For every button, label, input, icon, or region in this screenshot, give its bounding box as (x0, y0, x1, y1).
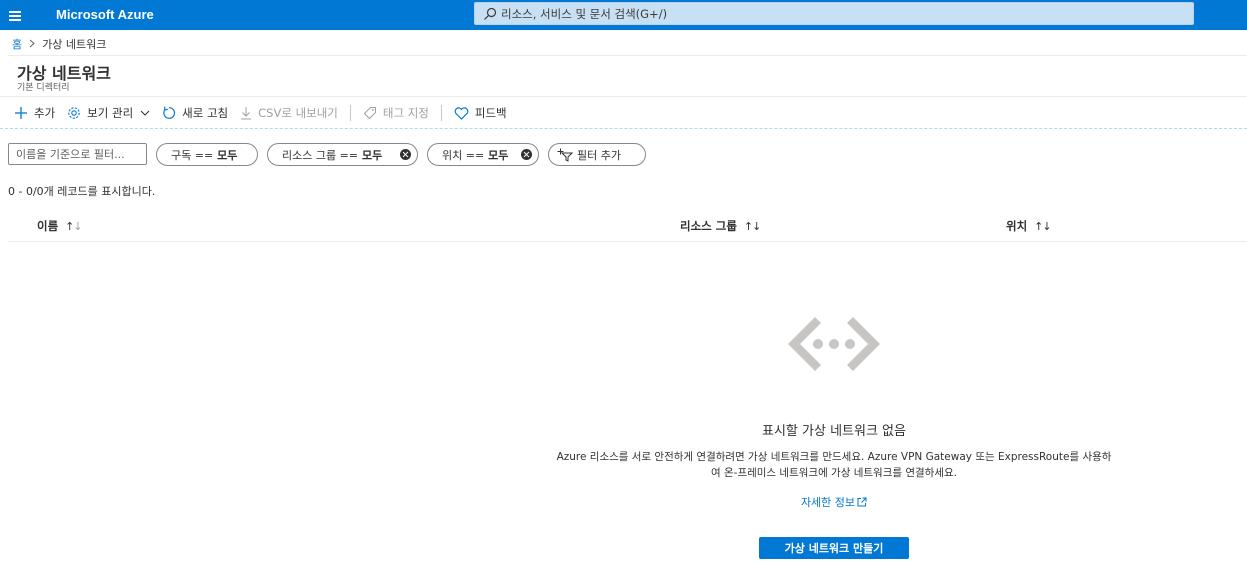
learn-more-link[interactable]: 자세한 정보 (634, 494, 1034, 510)
breadcrumb-current: 가상 네트워크 (42, 38, 107, 51)
column-header-name[interactable]: 이름 ↑↓ (37, 218, 83, 234)
remove-filter-icon[interactable] (400, 149, 411, 160)
sort-icon: ↑↓ (65, 219, 82, 233)
manage-view-label: 보기 관리 (87, 106, 134, 120)
heart-icon (454, 106, 469, 120)
assign-tags-label: 태그 지정 (382, 106, 429, 120)
filter-label: 구독 == (171, 148, 214, 162)
breadcrumb-home[interactable]: 홈 (12, 36, 22, 52)
refresh-label: 새로 고침 (182, 106, 229, 120)
add-button[interactable]: 추가 (8, 101, 61, 125)
divider (8, 55, 1247, 56)
breadcrumb: 홈 가상 네트워크 (12, 36, 106, 52)
add-filter-icon (557, 148, 573, 162)
export-csv-label: CSV로 내보내기 (258, 106, 338, 120)
filter-label: 리소스 그룹 == (282, 148, 359, 162)
chevron-down-icon (140, 110, 150, 116)
global-search[interactable] (474, 2, 1194, 25)
filter-value: 모두 (217, 148, 238, 162)
external-link-icon (857, 497, 867, 507)
empty-state-title: 표시할 가상 네트워크 없음 (762, 424, 906, 439)
search-input[interactable] (501, 3, 1181, 24)
add-filter-label: 필터 추가 (577, 148, 621, 162)
add-filter-button[interactable]: 필터 추가 (548, 143, 646, 166)
download-icon (241, 107, 252, 120)
create-virtual-network-button[interactable]: 가상 네트워크 만들기 (759, 537, 909, 559)
filter-label: 위치 == (442, 148, 485, 162)
toolbar-separator (349, 105, 351, 121)
add-button-label: 추가 (34, 106, 56, 120)
table-header-divider (8, 241, 1247, 242)
records-count: 0 - 0/0개 레코드를 표시합니다. (8, 185, 156, 198)
location-filter-pill[interactable]: 위치 == 모두 (427, 143, 539, 166)
column-header-resource-group[interactable]: 리소스 그룹 ↑↓ (680, 218, 761, 234)
tag-icon (363, 107, 376, 120)
feedback-button[interactable]: 피드백 (448, 101, 513, 125)
sort-icon: ↑↓ (743, 219, 761, 233)
filter-value: 모두 (488, 148, 509, 162)
filter-value: 모두 (362, 148, 383, 162)
toolbar-divider (0, 128, 1247, 129)
divider (0, 96, 1247, 97)
subscription-filter-pill[interactable]: 구독 == 모두 (156, 143, 258, 166)
assign-tags-button[interactable]: 태그 지정 (357, 101, 435, 125)
top-bar: Microsoft Azure (0, 0, 1247, 30)
refresh-icon (163, 106, 176, 119)
search-icon (484, 7, 497, 20)
plus-icon (15, 107, 27, 119)
gear-icon (68, 107, 80, 119)
export-csv-button[interactable]: CSV로 내보내기 (234, 101, 344, 125)
command-bar: 추가 보기 관리 새로 고침 CSV로 내보내기 태그 지정 피드백 (8, 101, 513, 125)
manage-view-button[interactable]: 보기 관리 (61, 101, 156, 125)
virtual-network-icon (788, 317, 880, 371)
toolbar-separator (440, 105, 442, 121)
resource-group-filter-pill[interactable]: 리소스 그룹 == 모두 (267, 143, 418, 166)
chevron-right-icon (29, 38, 35, 51)
feedback-label: 피드백 (474, 106, 507, 120)
sort-icon: ↑↓ (1034, 219, 1051, 233)
page-subtitle: 기본 디렉터리 (17, 83, 70, 93)
refresh-button[interactable]: 새로 고침 (156, 101, 234, 125)
column-header-location[interactable]: 위치 ↑↓ (1006, 218, 1052, 234)
name-filter-input[interactable] (8, 143, 147, 165)
remove-filter-icon[interactable] (521, 149, 532, 160)
menu-icon[interactable] (8, 5, 24, 25)
empty-state-description: Azure 리소스를 서로 안전하게 연결하려면 가상 네트워크를 만드세요. … (556, 451, 1112, 479)
brand-title[interactable]: Microsoft Azure (56, 7, 154, 22)
